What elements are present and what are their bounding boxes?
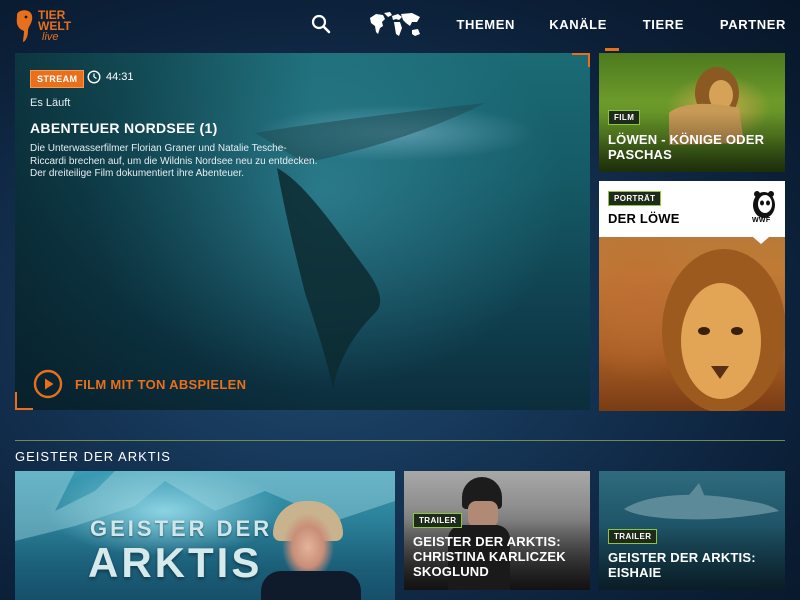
nav-partner[interactable]: PARTNER (720, 0, 786, 50)
card-der-loewe-portrait[interactable]: PORTRÄT DER LÖWE WWF (599, 181, 785, 411)
main-card-title-line-2: ARKTIS (88, 539, 263, 586)
hero-duration: 44:31 (106, 71, 134, 83)
card-title: DER LÖWE (608, 211, 680, 226)
hero-video-player[interactable]: STREAM 44:31 Es Läuft ABENTEUER NORDSEE … (15, 53, 590, 410)
hero-description: Die Unterwasserfilmer Florian Graner und… (30, 143, 318, 179)
play-icon (33, 369, 63, 399)
hero-corner-accent (15, 408, 33, 410)
card-tag: FILM (608, 110, 641, 125)
hero-corner-accent (588, 53, 590, 67)
card-eishaie-trailer[interactable]: TRAILER GEISTER DER ARKTIS: EISHAIE (599, 471, 785, 590)
logo-line-3: live (42, 30, 59, 43)
card-tag: TRAILER (608, 529, 658, 544)
hero-title: ABENTEUER NORDSEE (1) (30, 120, 218, 136)
person-face (468, 501, 498, 527)
logo-wordmark: TIER WELT live (38, 9, 71, 43)
manta-fin-image (255, 103, 485, 388)
play-button-label: FILM MIT TON ABSPIELEN (75, 376, 247, 392)
card-loewen-koenige[interactable]: FILM LÖWEN - KÖNIGE ODER PASCHAS (599, 53, 785, 172)
card-title: LÖWEN - KÖNIGE ODER PASCHAS (608, 132, 765, 162)
world-map-icon[interactable] (368, 10, 422, 40)
card-geister-der-arktis-main[interactable]: GEISTER DER ARKTIS (15, 471, 395, 600)
nav-themen[interactable]: THEMEN (457, 0, 516, 50)
elephant-logo-icon (16, 10, 33, 43)
person-coat (261, 571, 361, 600)
card-title: GEISTER DER ARKTIS: CHRISTINA KARLICZEK … (413, 534, 566, 579)
top-header: TIER WELT live THEMEN KANÄLE TIERE PARTN… (0, 0, 800, 51)
stream-badge: STREAM (30, 70, 85, 88)
card-tag: PORTRÄT (608, 191, 662, 206)
search-icon[interactable] (311, 14, 331, 34)
card-karliczek-trailer[interactable]: TRAILER GEISTER DER ARKTIS: CHRISTINA KA… (404, 471, 590, 590)
card-tag: TRAILER (413, 513, 463, 528)
clock-icon (87, 70, 101, 84)
section-title: GEISTER DER ARKTIS (15, 449, 171, 464)
section-divider (15, 440, 785, 441)
card-title: GEISTER DER ARKTIS: EISHAIE (608, 550, 756, 580)
wwf-logo-text: WWF (752, 217, 771, 224)
tierwelt-live-logo[interactable]: TIER WELT live (14, 8, 84, 44)
nav-kanaele[interactable]: KANÄLE (549, 0, 619, 51)
play-with-sound-button[interactable]: FILM MIT TON ABSPIELEN (33, 369, 246, 399)
hero-status: Es Läuft (30, 97, 71, 109)
nav-tiere[interactable]: TIERE (643, 0, 684, 50)
